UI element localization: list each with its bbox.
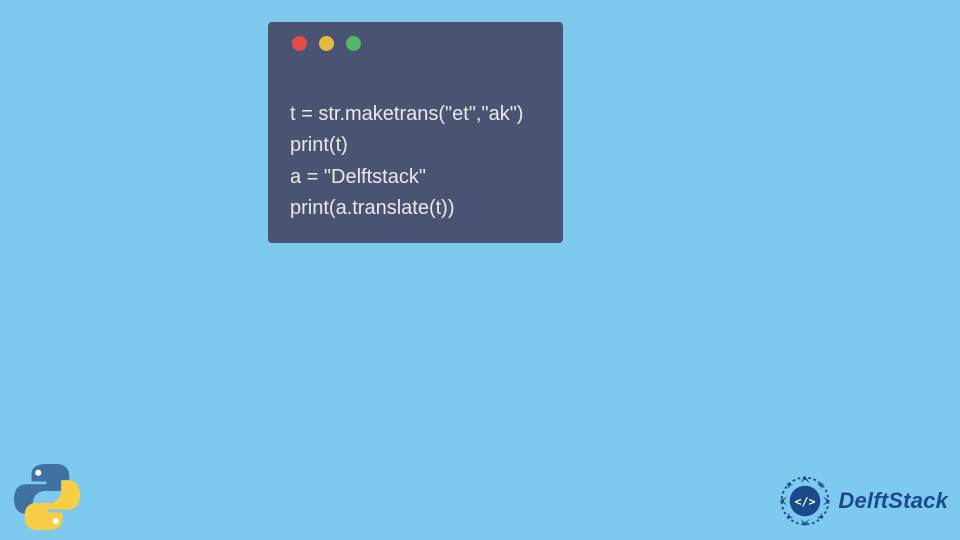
delftstack-badge-icon: </> (778, 474, 832, 528)
delftstack-wordmark: DelftStack (838, 488, 948, 514)
code-line: print(a.translate(t)) (290, 197, 455, 219)
minimize-dot-icon (319, 36, 334, 51)
code-line: a = "Delftstack" (290, 166, 426, 188)
delftstack-logo: </> DelftStack (778, 474, 948, 528)
code-line: print(t) (290, 134, 348, 156)
window-titlebar (268, 22, 563, 61)
code-block: t = str.maketrans("et","ak") print(t) a … (268, 61, 563, 225)
code-line: t = str.maketrans("et","ak") (290, 103, 523, 125)
svg-text:</>: </> (795, 495, 816, 509)
zoom-dot-icon (346, 36, 361, 51)
python-logo-icon (10, 460, 84, 534)
close-dot-icon (292, 36, 307, 51)
code-window: t = str.maketrans("et","ak") print(t) a … (268, 22, 563, 243)
